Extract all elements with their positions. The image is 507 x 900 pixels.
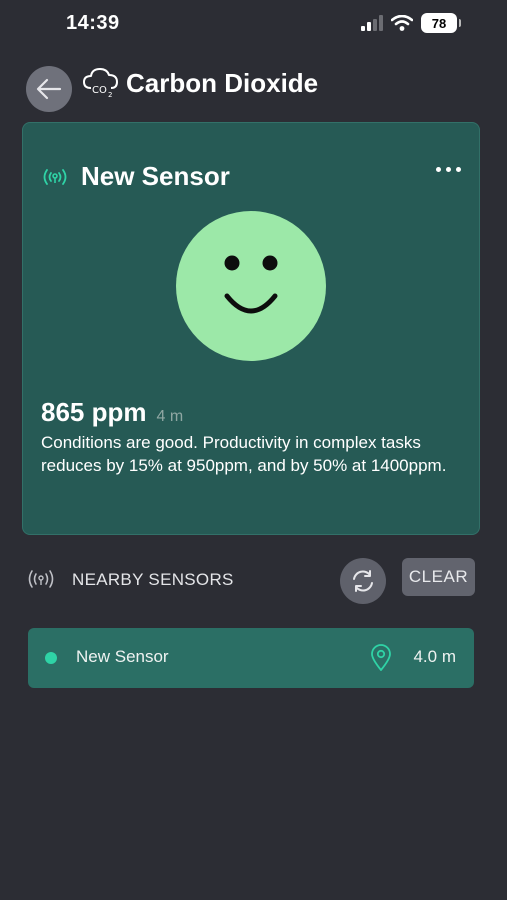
page-title: Carbon Dioxide [126,67,319,98]
dot [446,167,451,172]
list-item[interactable]: New Sensor 4.0 m [28,628,474,688]
nearby-sensors-header: NEARBY SENSORS CLEAR [0,556,507,606]
status-icons: 78 [361,13,461,33]
refresh-button[interactable] [340,558,386,604]
dot [456,167,461,172]
nearby-sensor-name: New Sensor [76,647,169,666]
sensor-name: New Sensor [81,161,230,191]
reading: 865 ppm 4 m [41,397,183,428]
wifi-icon [391,15,413,31]
reading-age: 4 m [156,408,184,425]
condition-description: Conditions are good. Productivity in com… [41,433,447,475]
broadcast-icon [43,168,67,185]
page-title-group: CO 2 Carbon Dioxide [82,66,318,100]
svg-text:CO: CO [92,85,107,96]
more-options-button[interactable] [436,167,461,172]
reading-value: 865 ppm [41,397,147,427]
battery-indicator: 78 [421,13,461,33]
co2-cloud-icon: CO 2 [83,68,118,99]
broadcast-icon [28,570,54,588]
status-time: 14:39 [66,12,120,34]
smiley-face-icon [176,211,326,361]
header: CO 2 Carbon Dioxide [0,60,507,120]
status-bar: 14:39 78 [0,0,507,48]
card-header: New Sensor [41,161,230,192]
location-pin-icon [371,644,391,671]
refresh-icon [353,570,373,592]
status-dot [45,652,57,664]
nearby-sensor-distance: 4.0 m [413,647,456,666]
clear-button[interactable]: CLEAR [402,558,475,596]
sensor-card: New Sensor 865 ppm 4 m Conditions are go… [22,122,480,535]
signal-icon [361,15,383,31]
arrow-left-icon [36,78,62,100]
dot [436,167,441,172]
back-button[interactable] [26,66,72,112]
svg-text:2: 2 [108,91,112,99]
nearby-sensors-label: NEARBY SENSORS [72,570,234,589]
